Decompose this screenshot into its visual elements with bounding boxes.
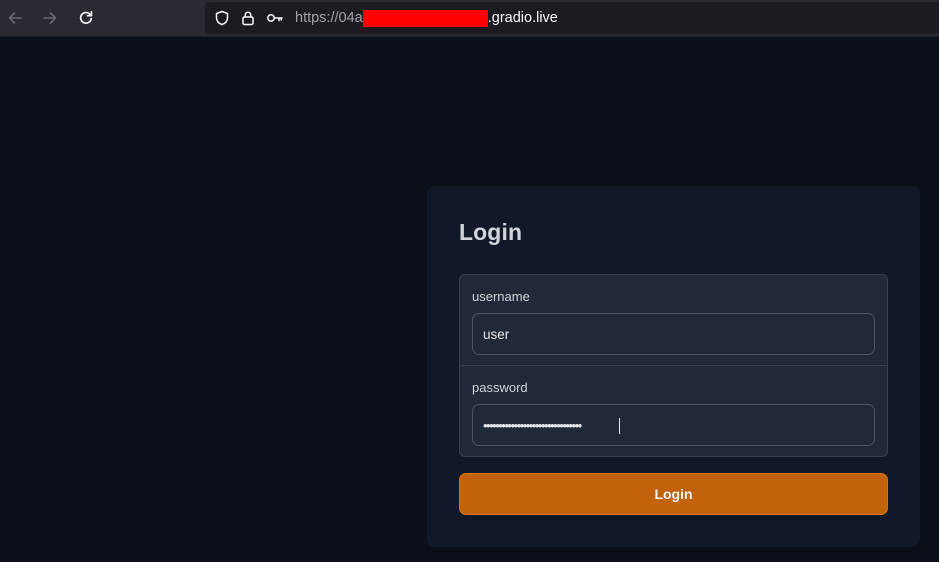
url-host-start: 04a (338, 10, 363, 26)
username-label: username (472, 289, 530, 304)
forward-arrow-icon (42, 10, 58, 26)
reload-button[interactable] (72, 5, 100, 31)
back-button[interactable] (1, 5, 29, 31)
shield-icon[interactable] (213, 9, 231, 27)
reload-icon (78, 10, 94, 26)
url-scheme: https:// (295, 10, 339, 26)
url-text: https:// 04a .gradio.live (295, 9, 558, 27)
lock-icon[interactable] (239, 9, 257, 27)
username-field-group: username (460, 275, 887, 366)
password-field-group: password (460, 366, 887, 456)
back-arrow-icon (7, 10, 23, 26)
key-icon[interactable] (266, 9, 284, 27)
password-input[interactable] (472, 404, 875, 446)
password-label: password (472, 380, 528, 395)
text-caret (619, 418, 620, 434)
login-button[interactable]: Login (459, 473, 888, 515)
forward-button[interactable] (36, 5, 64, 31)
username-input[interactable] (472, 313, 875, 355)
login-form: username password (459, 274, 888, 457)
browser-toolbar: https:// 04a .gradio.live (0, 0, 939, 37)
url-host-end: .gradio.live (487, 10, 558, 26)
login-title: Login (459, 219, 523, 245)
address-bar[interactable]: https:// 04a .gradio.live (205, 2, 939, 34)
login-panel: Login username password Login (427, 186, 920, 547)
url-redaction (362, 9, 488, 27)
